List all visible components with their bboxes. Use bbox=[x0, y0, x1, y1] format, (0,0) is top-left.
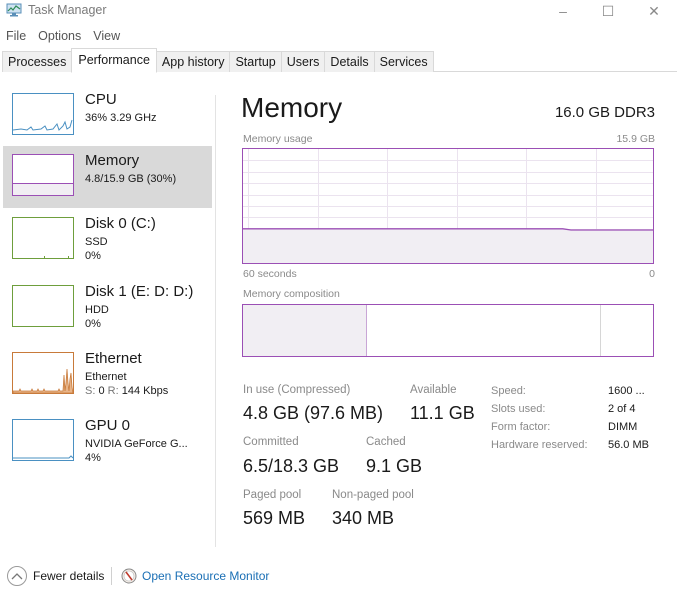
sidebar-item-memory[interactable]: Memory 4.8/15.9 GB (30%) bbox=[3, 146, 212, 208]
title-bar: Task Manager – ☐ ✕ bbox=[0, 0, 677, 22]
gpu-thumbnail-graph bbox=[12, 419, 74, 461]
tab-startup[interactable]: Startup bbox=[229, 51, 282, 72]
sidebar-value: 0% bbox=[85, 318, 101, 330]
in-use-value: 4.8 GB (97.6 MB) bbox=[243, 403, 384, 423]
memory-usage-chart bbox=[243, 149, 653, 263]
usage-fill bbox=[243, 228, 653, 263]
memory-usage-graph bbox=[242, 148, 654, 264]
tab-users[interactable]: Users bbox=[280, 51, 326, 72]
sidebar-title: CPU bbox=[85, 91, 117, 108]
maximize-button[interactable]: ☐ bbox=[585, 0, 631, 22]
sidebar-subtitle: SSD bbox=[85, 236, 108, 248]
available-label: Available bbox=[410, 384, 457, 396]
page-title: Memory bbox=[241, 92, 343, 123]
in-use-label: In use (Compressed) bbox=[243, 384, 351, 396]
sidebar-item-disk-1[interactable]: Disk 1 (E: D: D:) HDD 0% bbox=[3, 277, 212, 339]
memory-spec: 16.0 GB DDR3 bbox=[554, 104, 655, 121]
minimize-button[interactable]: – bbox=[540, 0, 586, 22]
composition-label: Memory composition bbox=[243, 288, 340, 300]
sidebar-subtitle: 36% 3.29 GHz bbox=[85, 112, 157, 124]
sidebar-subtitle: 4.8/15.9 GB (30%) bbox=[85, 173, 177, 185]
paged-pool-value: 569 MB bbox=[243, 508, 306, 528]
tab-performance[interactable]: Performance bbox=[71, 48, 157, 73]
footer-separator bbox=[111, 567, 112, 585]
sidebar-value: 4% bbox=[85, 452, 101, 464]
speed-label: Speed: bbox=[491, 385, 526, 397]
fewer-details-button[interactable]: Fewer details bbox=[33, 569, 104, 583]
tab-services[interactable]: Services bbox=[373, 51, 434, 72]
sidebar-item-gpu-0[interactable]: GPU 0 NVIDIA GeForce G... 4% bbox=[3, 411, 212, 473]
hardware-reserved-label: Hardware reserved: bbox=[491, 439, 588, 451]
slots-used-label: Slots used: bbox=[491, 403, 546, 415]
sidebar-title: Ethernet bbox=[85, 350, 142, 367]
sidebar-divider[interactable] bbox=[215, 95, 216, 547]
sidebar-value: 0% bbox=[85, 250, 101, 262]
composition-segment-standby bbox=[366, 305, 600, 356]
committed-value: 6.5/18.3 GB bbox=[243, 456, 340, 476]
non-paged-pool-value: 340 MB bbox=[332, 508, 395, 528]
cached-label: Cached bbox=[366, 436, 406, 448]
tab-app-history[interactable]: App history bbox=[155, 51, 231, 72]
sidebar-subtitle: Ethernet bbox=[85, 371, 127, 383]
footer: Fewer details Open Resource Monitor bbox=[0, 563, 677, 589]
send-value: 0 bbox=[98, 385, 105, 397]
cached-value: 9.1 GB bbox=[366, 456, 423, 476]
sidebar-item-cpu[interactable]: CPU 36% 3.29 GHz bbox=[3, 85, 212, 147]
sidebar-item-disk-0[interactable]: Disk 0 (C:) SSD 0% bbox=[3, 209, 212, 271]
menu-file[interactable]: File bbox=[0, 27, 32, 45]
open-resource-monitor-link[interactable]: Open Resource Monitor bbox=[142, 569, 269, 583]
maximize-icon: ☐ bbox=[601, 2, 615, 19]
usage-graph-max: 15.9 GB bbox=[616, 133, 655, 145]
menu-view[interactable]: View bbox=[87, 27, 126, 45]
usage-graph-label: Memory usage bbox=[243, 133, 313, 145]
time-axis-start: 60 seconds bbox=[243, 268, 297, 280]
send-label: S: bbox=[85, 385, 96, 397]
chevron-up-icon[interactable] bbox=[7, 566, 27, 586]
paged-pool-label: Paged pool bbox=[243, 489, 302, 501]
form-factor-value: DIMM bbox=[608, 421, 638, 433]
composition-segment-in-use bbox=[243, 305, 366, 356]
non-paged-pool-label: Non-paged pool bbox=[332, 489, 414, 501]
receive-label: R: bbox=[107, 385, 119, 397]
performance-sidebar: CPU 36% 3.29 GHz Memory 4.8/15.9 GB (30%… bbox=[0, 85, 215, 550]
cpu-thumbnail-graph bbox=[12, 93, 74, 135]
committed-label: Committed bbox=[243, 436, 299, 448]
ethernet-throughput: S: 0 R: 144 Kbps bbox=[85, 385, 168, 397]
sidebar-title: Disk 0 (C:) bbox=[85, 215, 156, 232]
receive-value: 144 Kbps bbox=[121, 385, 169, 397]
composition-segment-free bbox=[599, 305, 653, 356]
window-title: Task Manager bbox=[28, 3, 107, 17]
speed-value: 1600 ... bbox=[608, 385, 645, 397]
sidebar-title: GPU 0 bbox=[85, 417, 131, 434]
time-axis-end: 0 bbox=[649, 268, 655, 280]
tab-details[interactable]: Details bbox=[324, 51, 375, 72]
close-button[interactable]: ✕ bbox=[631, 0, 677, 22]
sidebar-subtitle: NVIDIA GeForce G... bbox=[85, 438, 188, 450]
tab-bar: Processes Performance App history Startu… bbox=[2, 48, 677, 73]
ethernet-thumbnail-graph bbox=[12, 352, 74, 394]
minimize-icon: – bbox=[559, 3, 567, 19]
sidebar-item-ethernet[interactable]: Ethernet Ethernet S: 0 R: 144 Kbps bbox=[3, 344, 212, 406]
slots-used-value: 2 of 4 bbox=[608, 403, 636, 415]
memory-thumbnail-graph bbox=[12, 154, 74, 196]
resource-monitor-icon bbox=[121, 568, 137, 584]
memory-composition-bar bbox=[242, 304, 654, 357]
hardware-reserved-value: 56.0 MB bbox=[608, 439, 649, 451]
task-manager-icon bbox=[6, 3, 22, 17]
menu-options[interactable]: Options bbox=[32, 27, 87, 45]
available-value: 11.1 GB bbox=[410, 403, 475, 423]
sidebar-subtitle: HDD bbox=[85, 304, 109, 316]
sidebar-title: Disk 1 (E: D: D:) bbox=[85, 283, 194, 300]
sidebar-title: Memory bbox=[85, 152, 140, 169]
disk-1-thumbnail-graph bbox=[12, 285, 74, 327]
tab-processes[interactable]: Processes bbox=[2, 51, 73, 72]
close-icon: ✕ bbox=[648, 2, 660, 19]
menu-bar: File Options View bbox=[0, 27, 126, 45]
disk-0-thumbnail-graph bbox=[12, 217, 74, 259]
form-factor-label: Form factor: bbox=[491, 421, 551, 433]
